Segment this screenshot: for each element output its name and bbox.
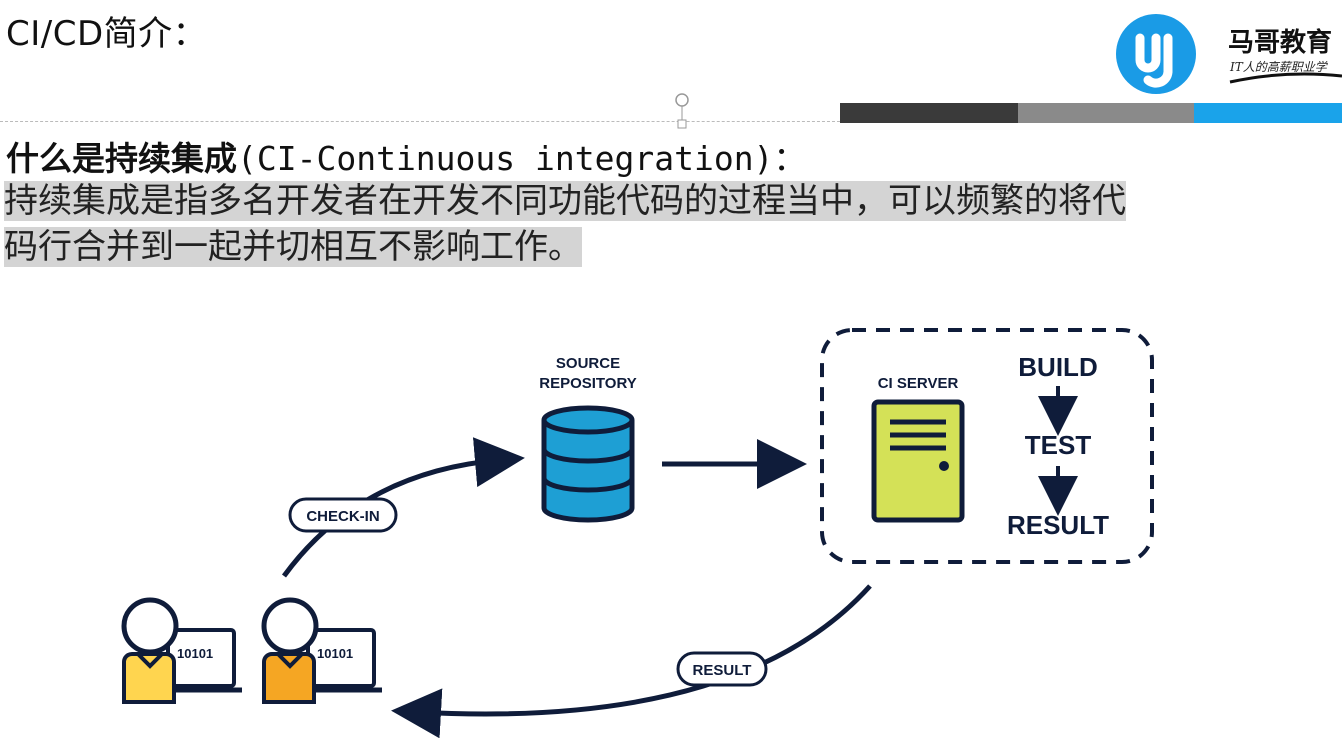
database-icon	[541, 405, 635, 523]
header-band-grey	[1018, 103, 1194, 123]
header-band-dark	[840, 103, 1018, 123]
brand-name: 马哥教育	[1228, 28, 1333, 58]
brand-slogan: IT人的高薪职业学	[1230, 60, 1327, 74]
ci-server-label: CI SERVER	[878, 375, 959, 392]
result-arrow	[391, 584, 872, 738]
result-label: RESULT	[693, 662, 752, 679]
rotate-handle-icon	[675, 93, 689, 129]
header-band-blue	[1194, 103, 1342, 123]
developer-1-binary: 10101	[177, 646, 213, 661]
ci-diagram: SOURCE REPOSITORY CI SERVER BUILD TEST R…	[121, 328, 1154, 738]
title-divider	[0, 121, 840, 122]
question-en: (CI-Continuous integration)：	[237, 139, 807, 178]
step-test: TEST	[1025, 430, 1092, 460]
step-build: BUILD	[1018, 352, 1097, 382]
source-label-1: SOURCE	[556, 355, 620, 372]
step-result: RESULT	[1007, 510, 1109, 540]
answer-line-2: 码行合并到一起并切相互不影响工作。	[4, 227, 582, 267]
answer-line-1: 持续集成是指多名开发者在开发不同功能代码的过程当中，可以频繁的将代	[4, 181, 1126, 221]
server-icon	[871, 399, 965, 523]
developer-2-binary: 10101	[317, 646, 353, 661]
question-cn: 什么是持续集成	[6, 139, 237, 178]
ci-question: 什么是持续集成(CI-Continuous integration)：	[6, 132, 806, 180]
slide-title: CI/CD简介：	[6, 14, 208, 54]
ci-definition: 持续集成是指多名开发者在开发不同功能代码的过程当中，可以频繁的将代 码行合并到一…	[4, 178, 1334, 270]
checkin-label: CHECK-IN	[306, 508, 379, 525]
source-label-2: REPOSITORY	[539, 375, 637, 392]
